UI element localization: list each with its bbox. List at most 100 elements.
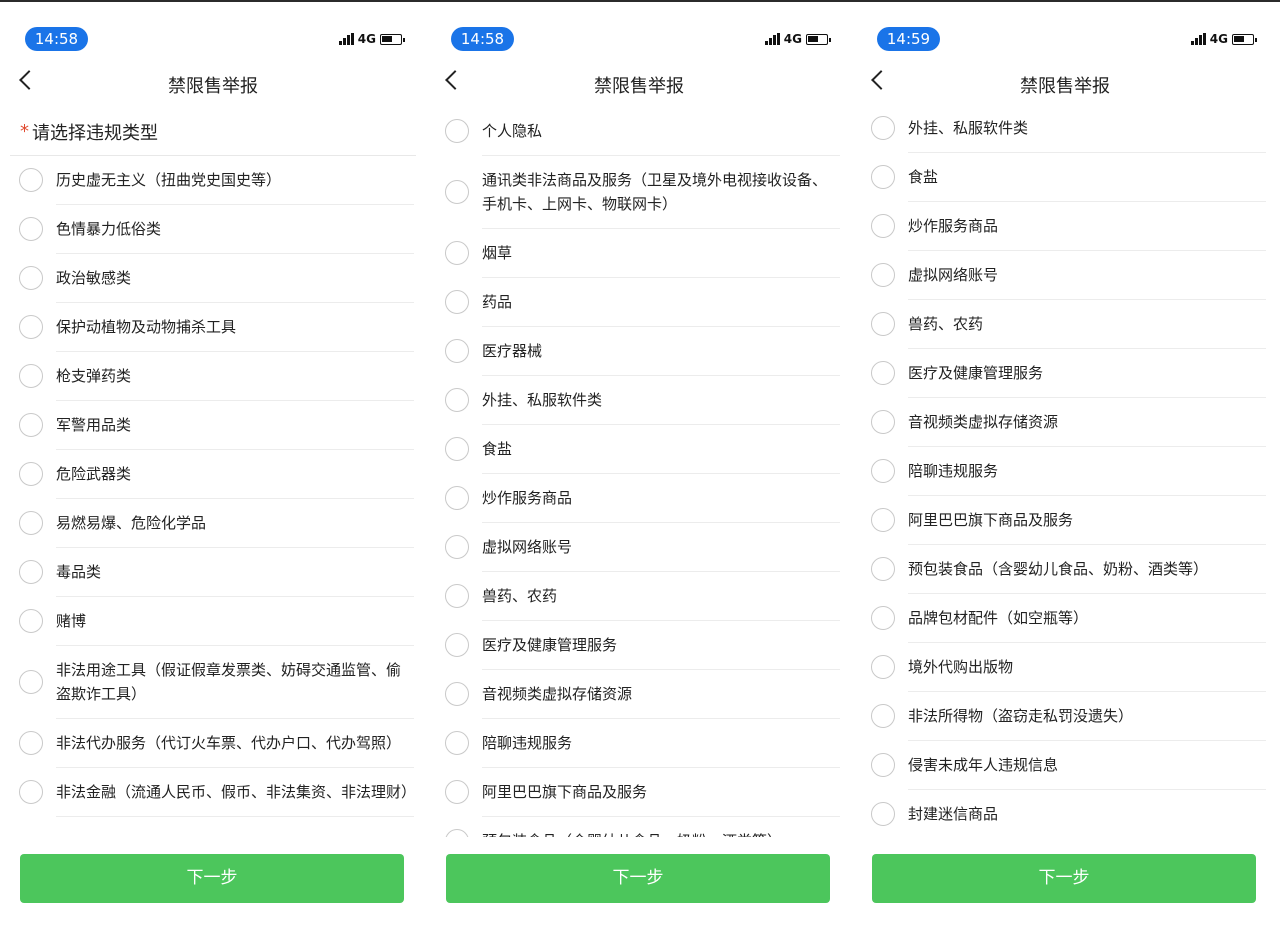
list-item[interactable]: 音视频类虚拟存储资源	[871, 398, 1266, 447]
list-item[interactable]: 非法代办服务（代订火车票、代办户口、代办驾照）	[19, 719, 414, 768]
radio-circle-icon[interactable]	[19, 560, 43, 584]
radio-circle-icon[interactable]	[19, 511, 43, 535]
radio-circle-icon[interactable]	[19, 780, 43, 804]
radio-circle-icon[interactable]	[19, 462, 43, 486]
radio-circle-icon[interactable]	[19, 266, 43, 290]
list-item[interactable]: 非法金融（流通人民币、假币、非法集资、非法理财）	[19, 768, 416, 817]
violation-type-list[interactable]: 个人隐私 通讯类非法商品及服务（卫星及境外电视接收设备、手机卡、上网卡、物联网卡）…	[426, 107, 852, 837]
radio-circle-icon[interactable]	[445, 780, 469, 804]
radio-circle-icon[interactable]	[19, 731, 43, 755]
list-item[interactable]: 炒作服务商品	[445, 474, 840, 523]
radio-circle-icon[interactable]	[445, 535, 469, 559]
list-item[interactable]: 兽药、农药	[445, 572, 840, 621]
battery-icon	[806, 33, 831, 45]
status-bar: 14:58 4G	[426, 2, 852, 54]
radio-circle-icon[interactable]	[871, 606, 895, 630]
radio-circle-icon[interactable]	[445, 584, 469, 608]
radio-circle-icon[interactable]	[19, 413, 43, 437]
list-item[interactable]: 封建迷信商品	[871, 790, 1266, 834]
list-item[interactable]: 军警用品类	[19, 401, 414, 450]
violation-type-list[interactable]: * 请选择违规类型 历史虚无主义（扭曲党史国史等） 色情暴力低俗类 政治敏感类 保护动植…	[0, 108, 426, 838]
list-item[interactable]: 虚拟网络账号	[871, 251, 1266, 300]
radio-circle-icon[interactable]	[445, 388, 469, 412]
list-item[interactable]: 阿里巴巴旗下商品及服务	[871, 496, 1266, 545]
list-item[interactable]: 政治敏感类	[19, 254, 414, 303]
radio-circle-icon[interactable]	[445, 241, 469, 265]
radio-circle-icon[interactable]	[19, 670, 43, 694]
list-item[interactable]: 药品	[445, 278, 840, 327]
list-item-label: 医疗器械	[482, 342, 543, 360]
radio-circle-icon[interactable]	[19, 217, 43, 241]
radio-circle-icon[interactable]	[871, 116, 895, 140]
bottom-bar: 下一步	[0, 838, 426, 934]
list-item[interactable]: 陪聊违规服务	[445, 719, 840, 768]
radio-circle-icon[interactable]	[871, 361, 895, 385]
radio-circle-icon[interactable]	[19, 168, 43, 192]
radio-circle-icon[interactable]	[445, 339, 469, 363]
list-item[interactable]: 色情暴力低俗类	[19, 205, 414, 254]
list-item[interactable]: 预包装食品（含婴幼儿食品、奶粉、酒类等）	[871, 545, 1266, 594]
list-item[interactable]: 预包装食品（含婴幼儿食品、奶粉、酒类等）	[445, 817, 840, 837]
list-item[interactable]: 音视频类虚拟存储资源	[445, 670, 840, 719]
list-item[interactable]: 炒作服务商品	[871, 202, 1266, 251]
radio-circle-icon[interactable]	[445, 633, 469, 657]
list-item[interactable]: 医疗及健康管理服务	[871, 349, 1266, 398]
radio-circle-icon[interactable]	[445, 682, 469, 706]
list-item[interactable]: 食盐	[871, 153, 1266, 202]
list-item[interactable]: 侵害未成年人违规信息	[871, 741, 1266, 790]
radio-circle-icon[interactable]	[871, 410, 895, 434]
radio-circle-icon[interactable]	[445, 180, 469, 204]
radio-circle-icon[interactable]	[871, 704, 895, 728]
next-button[interactable]: 下一步	[20, 854, 404, 903]
list-item[interactable]: 赌博	[19, 597, 414, 646]
radio-circle-icon[interactable]	[871, 263, 895, 287]
radio-circle-icon[interactable]	[445, 290, 469, 314]
list-item[interactable]: 外挂、私服软件类	[445, 376, 840, 425]
radio-circle-icon[interactable]	[19, 609, 43, 633]
radio-circle-icon[interactable]	[871, 312, 895, 336]
list-item[interactable]: 非法所得物（盗窃走私罚没遗失）	[871, 692, 1266, 741]
list-item[interactable]: 易燃易爆、危险化学品	[19, 499, 414, 548]
next-button[interactable]: 下一步	[872, 854, 1256, 903]
radio-circle-icon[interactable]	[445, 119, 469, 143]
list-item-label: 虚拟网络账号	[908, 266, 999, 284]
radio-circle-icon[interactable]	[19, 315, 43, 339]
list-item[interactable]: 历史虚无主义（扭曲党史国史等）	[19, 156, 414, 205]
list-item[interactable]: 医疗及健康管理服务	[445, 621, 840, 670]
radio-circle-icon[interactable]	[19, 364, 43, 388]
list-item[interactable]: 阿里巴巴旗下商品及服务	[445, 768, 840, 817]
radio-circle-icon[interactable]	[871, 655, 895, 679]
next-button[interactable]: 下一步	[446, 854, 830, 903]
radio-circle-icon[interactable]	[445, 486, 469, 510]
violation-type-list[interactable]: 外挂、私服软件类 食盐炒作服务商品 虚拟网络账号兽药、农药 医疗及健康管理服务 音视频类…	[852, 104, 1278, 834]
bottom-bar: 下一步	[852, 838, 1278, 934]
radio-circle-icon[interactable]	[445, 437, 469, 461]
list-item[interactable]: 非法用途工具（假证假章发票类、妨碍交通监管、偷盗欺诈工具）	[19, 646, 414, 719]
radio-circle-icon[interactable]	[871, 802, 895, 826]
list-item-label: 炒作服务商品	[908, 217, 999, 235]
list-item[interactable]: 外挂、私服软件类	[871, 104, 1266, 153]
radio-circle-icon[interactable]	[871, 557, 895, 581]
list-item[interactable]: 食盐	[445, 425, 840, 474]
radio-circle-icon[interactable]	[871, 753, 895, 777]
list-item[interactable]: 烟草	[445, 229, 840, 278]
radio-circle-icon[interactable]	[871, 165, 895, 189]
list-item[interactable]: 陪聊违规服务	[871, 447, 1266, 496]
radio-circle-icon[interactable]	[445, 829, 469, 837]
list-item[interactable]: 通讯类非法商品及服务（卫星及境外电视接收设备、手机卡、上网卡、物联网卡）	[445, 156, 840, 229]
list-item[interactable]: 危险武器类	[19, 450, 414, 499]
radio-circle-icon[interactable]	[871, 508, 895, 532]
list-item[interactable]: 医疗器械	[445, 327, 840, 376]
list-item[interactable]: 枪支弹药类	[19, 352, 414, 401]
list-item[interactable]: 境外代购出版物	[871, 643, 1266, 692]
list-item[interactable]: 兽药、农药	[871, 300, 1266, 349]
radio-circle-icon[interactable]	[871, 214, 895, 238]
list-item-label: 阿里巴巴旗下商品及服务	[482, 783, 648, 801]
radio-circle-icon[interactable]	[871, 459, 895, 483]
list-item[interactable]: 保护动植物及动物捕杀工具	[19, 303, 414, 352]
list-item[interactable]: 虚拟网络账号	[445, 523, 840, 572]
list-item[interactable]: 个人隐私	[445, 107, 840, 156]
list-item[interactable]: 毒品类	[19, 548, 414, 597]
radio-circle-icon[interactable]	[445, 731, 469, 755]
list-item[interactable]: 品牌包材配件（如空瓶等）	[871, 594, 1266, 643]
